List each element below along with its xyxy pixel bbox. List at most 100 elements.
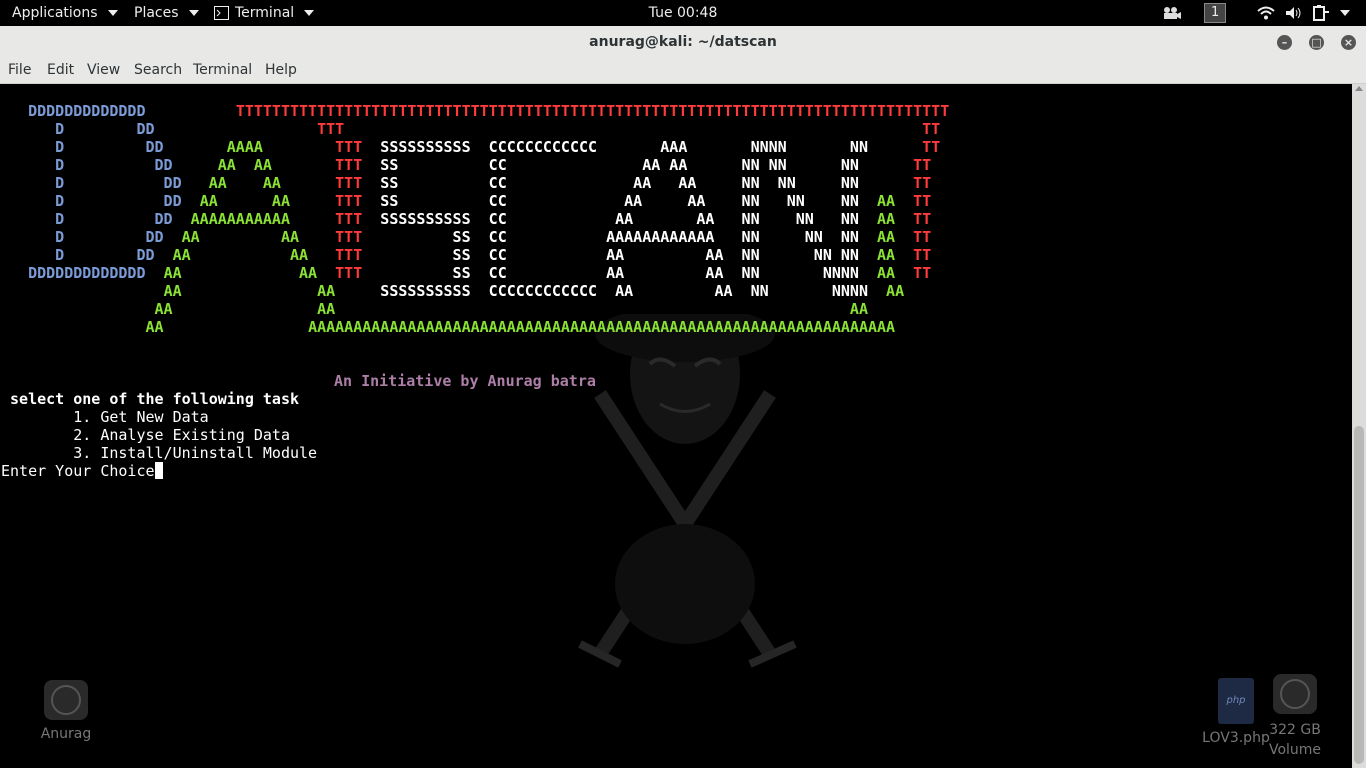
places-menu[interactable]: Places bbox=[134, 0, 199, 26]
menu-help[interactable]: Help bbox=[265, 62, 297, 78]
desktop-icon-volume[interactable]: 322 GB Volume bbox=[1262, 674, 1328, 760]
terminal-output[interactable]: DDDDDDDDDDDDD TTTTTTTTTTTTTTTTTTTTTTTTTT… bbox=[0, 84, 1352, 768]
banner-segment: SS CC AA AA NN NNNN bbox=[362, 264, 878, 282]
banner-segment: AA bbox=[877, 228, 896, 246]
banner-segment: TT bbox=[913, 156, 932, 174]
banner-segment: TT bbox=[913, 228, 932, 246]
banner-segment: SS CC AA AA NN NN NN bbox=[362, 174, 914, 192]
menu-search[interactable]: Search bbox=[134, 62, 182, 78]
menu-edit[interactable]: Edit bbox=[47, 62, 74, 78]
applications-menu[interactable]: Applications bbox=[12, 0, 118, 26]
banner-segment: TTTTTTTTTTTTTTTTTTTTTTTTTTTTTTTTTTTTTTTT… bbox=[235, 102, 950, 120]
banner-segment: D DD bbox=[1, 120, 155, 138]
banner-segment bbox=[895, 246, 913, 264]
banner-segment bbox=[263, 138, 335, 156]
banner-line: D DD AAAA TTT SSSSSSSSSS CCCCCCCCCCCC AA… bbox=[1, 138, 949, 156]
banner-segment bbox=[164, 138, 227, 156]
banner-line: AA AA SSSSSSSSSS CCCCCCCCCCCC AA AA NN N… bbox=[1, 282, 949, 300]
banner-segment: DDDDDDDDDDDDD bbox=[1, 102, 146, 120]
desktop-icon-anurag[interactable]: Anurag bbox=[38, 680, 94, 742]
terminal-label: Terminal bbox=[235, 5, 295, 21]
menu-terminal[interactable]: Terminal bbox=[193, 62, 252, 78]
banner-segment: SS CC AA AA NN NN NN bbox=[362, 156, 914, 174]
drive-icon bbox=[44, 680, 88, 720]
banner-segment: TTT bbox=[335, 228, 363, 246]
banner-segment: TTT bbox=[335, 156, 363, 174]
close-button[interactable]: × bbox=[1341, 35, 1356, 50]
minimize-button[interactable]: – bbox=[1277, 35, 1292, 50]
banner-segment: SS CC AAAAAAAAAAAA NN NN NN bbox=[362, 228, 878, 246]
menu-option-2: 2. Analyse Existing Data bbox=[1, 426, 290, 444]
banner-line: DDDDDDDDDDDDD AA AA TTT SS CC AA AA NN N… bbox=[1, 264, 949, 282]
banner-segment: AA bbox=[877, 210, 896, 228]
banner-segment bbox=[182, 174, 209, 192]
terminal-app-menu[interactable]: Terminal bbox=[214, 0, 315, 26]
chevron-down-icon bbox=[188, 10, 199, 16]
input-prompt: Enter Your Choice bbox=[1, 462, 155, 480]
banner-segment: TT bbox=[913, 174, 932, 192]
banner-segment: TTT bbox=[335, 264, 363, 282]
terminal-scrollbar[interactable] bbox=[1352, 84, 1366, 768]
banner-segment: TTT bbox=[335, 174, 363, 192]
banner-segment bbox=[895, 192, 913, 210]
banner-segment bbox=[272, 156, 335, 174]
banner-line: D DD AAAAAAAAAAA TTT SSSSSSSSSS CC AA AA… bbox=[1, 210, 949, 228]
banner-segment: DDDDDDDDDDDDD bbox=[1, 264, 146, 282]
banner-segment: AAAA bbox=[226, 138, 263, 156]
banner-segment: AA AA bbox=[181, 228, 300, 246]
banner-segment: AA bbox=[145, 318, 164, 336]
power-icon[interactable] bbox=[1312, 0, 1350, 26]
banner-segment: AA AA bbox=[163, 264, 318, 282]
volume-icon[interactable] bbox=[1285, 0, 1303, 26]
banner-segment: D DD bbox=[1, 192, 182, 210]
banner-segment: TTT bbox=[335, 192, 363, 210]
banner-segment bbox=[182, 192, 200, 210]
workspace-number: 1 bbox=[1204, 3, 1227, 23]
menu-view[interactable]: View bbox=[87, 62, 120, 78]
window-titlebar[interactable]: anurag@kali: ~/datscan – □ × bbox=[0, 26, 1366, 59]
video-camera-icon[interactable] bbox=[1162, 0, 1182, 26]
scrollbar-thumb[interactable] bbox=[1354, 426, 1364, 764]
banner-segment: AA AA bbox=[172, 246, 309, 264]
banner-segment: AA bbox=[154, 300, 173, 318]
banner-segment bbox=[290, 210, 335, 228]
banner-segment: D DD bbox=[1, 156, 173, 174]
wifi-icon[interactable] bbox=[1257, 0, 1275, 26]
input-line[interactable]: Enter Your Choice bbox=[1, 462, 317, 480]
banner-segment: TTT bbox=[335, 210, 363, 228]
banner-segment: TT bbox=[922, 120, 941, 138]
banner-segment bbox=[155, 246, 173, 264]
banner-segment: D DD bbox=[1, 210, 173, 228]
php-file-icon: php bbox=[1218, 678, 1254, 724]
banner-segment bbox=[1, 300, 155, 318]
banner-segment: AA bbox=[886, 282, 905, 300]
banner-segment: SSSSSSSSSS CCCCCCCCCCCC AA AA NN NNNN bbox=[335, 282, 887, 300]
banner-segment: AAAAAAAAAAAAAAAAAAAAAAAAAAAAAAAAAAAAAAAA… bbox=[308, 318, 896, 336]
banner-segment: AA bbox=[877, 246, 896, 264]
banner-segment bbox=[281, 174, 335, 192]
banner-segment: AA AA bbox=[208, 174, 281, 192]
scroll-up-arrow-icon[interactable] bbox=[1355, 86, 1363, 91]
workspace-indicator[interactable]: 1 bbox=[1204, 0, 1227, 26]
menu-file[interactable]: File bbox=[8, 62, 31, 78]
clock[interactable]: Tue 00:48 bbox=[649, 0, 718, 26]
banner-segment bbox=[290, 192, 335, 210]
banner-segment bbox=[164, 228, 182, 246]
menu-prompt-title: select one of the following task bbox=[1, 390, 300, 408]
banner-segment: SSSSSSSSSS CC AA AA NN NN NN bbox=[362, 210, 878, 228]
banner-segment: TTT bbox=[317, 120, 345, 138]
banner-line: D DD TTT TT bbox=[1, 120, 949, 138]
banner-segment: AAAAAAAAAAA bbox=[190, 210, 290, 228]
drive-icon bbox=[1273, 674, 1317, 714]
maximize-button[interactable]: □ bbox=[1309, 35, 1324, 50]
banner-segment: AA bbox=[877, 264, 896, 282]
banner-segment bbox=[146, 264, 164, 282]
banner-segment bbox=[299, 228, 335, 246]
banner-segment: SS CC AA AA NN NN NN bbox=[362, 192, 878, 210]
chevron-down-icon bbox=[1340, 10, 1350, 16]
banner-segment bbox=[895, 210, 913, 228]
banner-line: AA AAAAAAAAAAAAAAAAAAAAAAAAAAAAAAAAAAAAA… bbox=[1, 318, 949, 336]
banner-segment: AA bbox=[317, 300, 336, 318]
menu-option-3: 3. Install/Uninstall Module bbox=[1, 444, 318, 462]
banner-segment: AA bbox=[877, 192, 896, 210]
